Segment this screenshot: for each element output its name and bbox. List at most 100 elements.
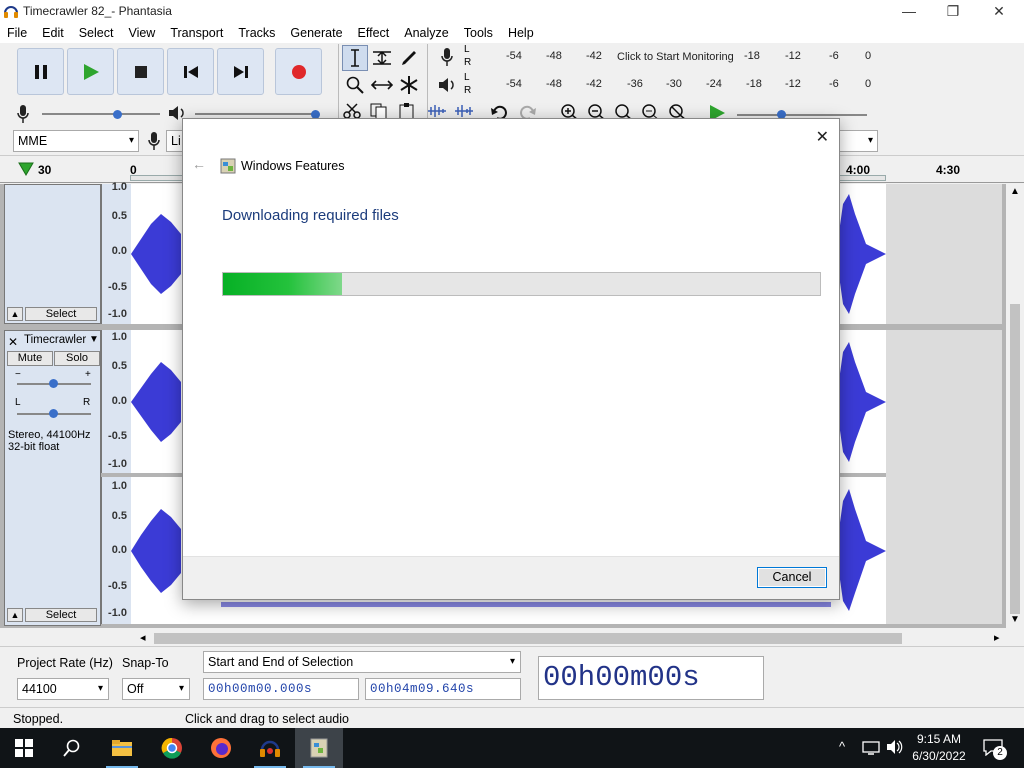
selection-mode-select[interactable]: Start and End of Selection ▾ [203,651,521,673]
network-icon[interactable] [862,740,880,756]
window-title: Timecrawler 82_- Phantasia [23,4,172,18]
cancel-button[interactable]: Cancel [757,567,827,588]
record-meter-button[interactable] [435,45,465,69]
track2-control-panel[interactable]: ✕ Timecrawler ▼ Mute Solo − + L R Stereo… [4,330,101,626]
track2-select-button[interactable]: Select [25,608,97,622]
collapse-arrow-icon[interactable]: ▲ [7,307,23,321]
monitor-label[interactable]: Click to Start Monitoring [617,51,734,63]
track2-empty-region [886,330,1002,624]
snap-to-select[interactable]: Off ▾ [122,678,190,700]
chevron-down-icon: ▾ [867,135,873,146]
record-meter[interactable]: -54 -48 -42 Click to Start Monitoring -1… [475,45,875,69]
pause-button[interactable] [17,48,64,95]
play-button[interactable] [67,48,114,95]
menu-select[interactable]: Select [79,26,114,40]
vertical-scroll-thumb[interactable] [1010,304,1020,614]
clock-date[interactable]: 6/30/2022 [910,749,968,763]
selection-start-value: 00h00m00.000s [208,682,313,696]
close-track-icon[interactable]: ✕ [8,335,18,349]
meter-tick: -54 [506,50,522,62]
pin-playhead-icon[interactable] [18,162,34,176]
audio-host-select[interactable]: MME ▾ [13,130,139,152]
start-button[interactable] [0,728,48,768]
asterisk-icon [400,76,418,94]
skip-to-start-button[interactable] [167,48,214,95]
phantasia-button[interactable] [246,728,294,768]
time-shift-tool[interactable] [369,72,395,98]
selection-tool[interactable] [342,45,368,71]
trim-icon[interactable] [426,104,448,118]
stop-button[interactable] [117,48,164,95]
copy-icon[interactable] [370,103,388,119]
horizontal-scroll-thumb[interactable] [154,633,902,644]
back-arrow-icon[interactable]: ← [192,156,206,172]
pan-slider-thumb[interactable] [49,409,58,418]
envelope-tool[interactable] [369,45,395,71]
track1-control-panel[interactable]: ▲ Select [4,184,101,324]
zoom-tool[interactable] [342,72,368,98]
audio-position-display[interactable]: 00h00m00s [538,656,764,700]
multi-tool[interactable] [396,72,422,98]
paste-icon[interactable] [398,103,416,119]
draw-tool[interactable] [396,45,422,71]
skip-to-end-button[interactable] [217,48,264,95]
play-meter[interactable]: -54 -48 -42 -36 -30 -24 -18 -12 -6 0 [475,73,875,97]
menu-tracks[interactable]: Tracks [238,26,275,40]
horizontal-scrollbar[interactable]: ◂ ▸ [134,630,1008,646]
cut-icon[interactable] [343,103,361,119]
scroll-left-icon[interactable]: ◂ [140,631,146,644]
search-button[interactable] [48,728,96,768]
silence-icon[interactable] [453,104,475,118]
menu-help[interactable]: Help [508,26,534,40]
track1-select-button[interactable]: Select [25,307,97,321]
clock-time[interactable]: 9:15 AM [910,732,968,746]
menu-tools[interactable]: Tools [464,26,493,40]
scale-label: 0.0 [111,245,127,257]
play-meter-button[interactable] [435,73,465,97]
envelope-icon [373,50,391,66]
dialog-close-icon[interactable]: ✕ [816,127,829,147]
scroll-up-icon[interactable]: ▲ [1010,186,1020,197]
record-meter-l: L [464,44,470,55]
notification-count-badge: 2 [993,746,1007,760]
mute-button[interactable]: Mute [7,351,53,366]
collapse-arrow-icon[interactable]: ▲ [7,608,23,622]
selection-end-value: 00h04m09.640s [370,682,475,696]
menu-edit[interactable]: Edit [42,26,64,40]
file-explorer-button[interactable] [98,728,146,768]
play-speed-slider[interactable] [737,114,867,116]
project-rate-select[interactable]: 44100 ▾ [17,678,109,700]
skip-end-icon [233,65,248,78]
pan-right-label: R [83,397,91,408]
solo-button[interactable]: Solo [54,351,100,366]
vertical-scrollbar[interactable]: ▲ ▼ [1006,184,1024,628]
close-window-button[interactable]: ✕ [976,0,1022,22]
snap-to-label: Snap-To [122,656,169,670]
gain-slider-thumb[interactable] [49,379,58,388]
windows-features-taskbar-button[interactable] [295,728,343,768]
track-menu-chevron-icon[interactable]: ▼ [89,334,99,345]
volume-icon[interactable] [886,739,904,755]
menu-view[interactable]: View [128,26,155,40]
record-button[interactable] [275,48,322,95]
menu-effect[interactable]: Effect [358,26,390,40]
menu-generate[interactable]: Generate [290,26,342,40]
recording-volume-thumb[interactable] [113,110,122,119]
track2-name[interactable]: Timecrawler [24,334,86,346]
scroll-down-icon[interactable]: ▼ [1010,614,1020,625]
folder-icon [112,740,132,756]
menu-analyze[interactable]: Analyze [404,26,448,40]
maximize-button[interactable]: ❐ [930,0,976,22]
playback-volume-slider[interactable] [195,113,315,115]
show-hidden-icons-chevron-icon[interactable]: ^ [839,739,845,754]
selection-start-time[interactable]: 00h00m00.000s [203,678,359,700]
playback-channels-select[interactable]: ▾ [840,130,878,152]
menu-file[interactable]: File [7,26,27,40]
menu-transport[interactable]: Transport [170,26,223,40]
recording-volume-slider[interactable] [42,113,160,115]
scroll-right-icon[interactable]: ▸ [994,631,1000,644]
firefox-button[interactable] [197,728,245,768]
chrome-button[interactable] [148,728,196,768]
selection-end-time[interactable]: 00h04m09.640s [365,678,521,700]
minimize-button[interactable]: — [886,0,932,22]
